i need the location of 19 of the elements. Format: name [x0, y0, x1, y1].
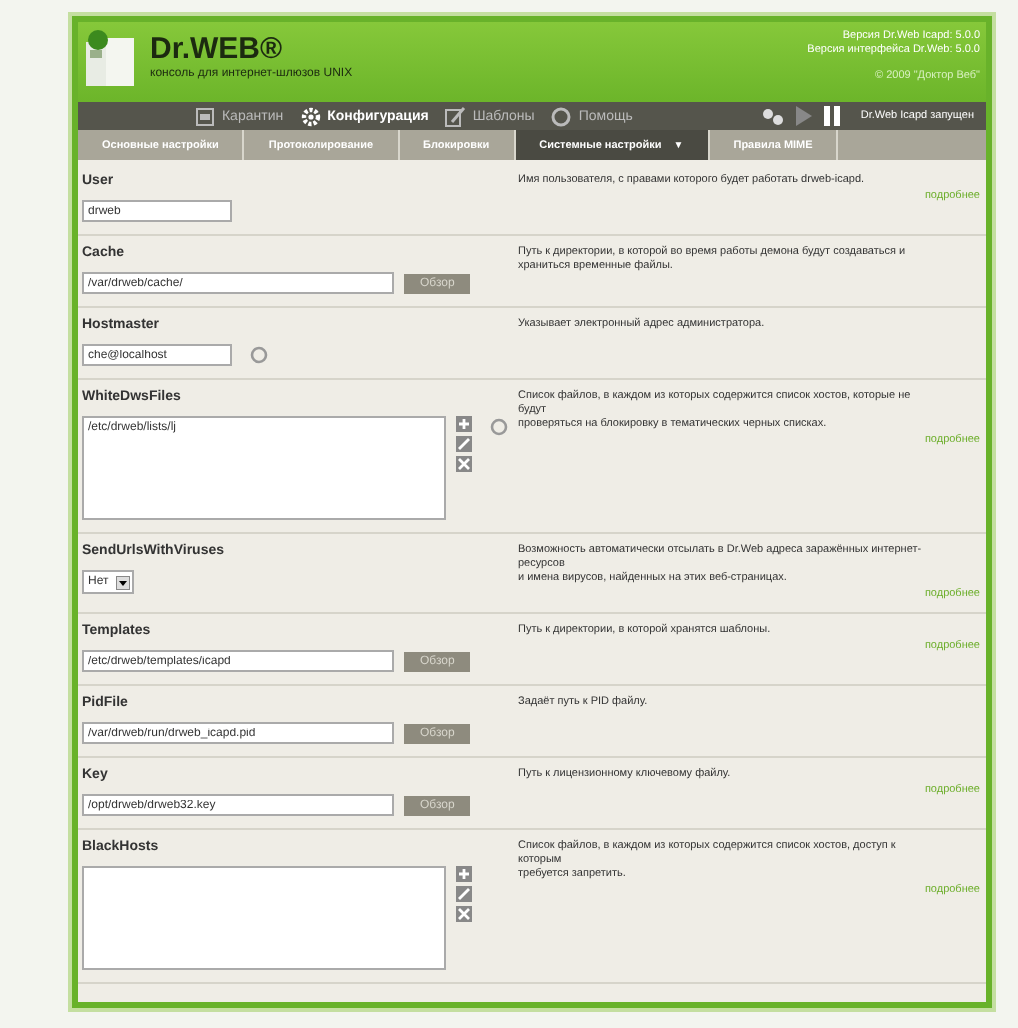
add-icon[interactable]	[456, 866, 472, 882]
add-icon[interactable]	[456, 416, 472, 432]
pencil-icon	[444, 105, 467, 127]
pause-icon[interactable]	[824, 106, 841, 126]
delete-icon[interactable]	[456, 906, 472, 922]
edit-icon[interactable]	[456, 436, 472, 452]
box-icon	[193, 105, 216, 127]
gear-icon	[299, 105, 322, 127]
edit-icon[interactable]	[456, 886, 472, 902]
play-icon[interactable]	[796, 106, 813, 126]
gears-icon[interactable]	[760, 106, 785, 126]
list-box[interactable]	[82, 866, 446, 970]
refresh-icon[interactable]	[490, 418, 508, 436]
dropdown-arrow-icon	[116, 575, 131, 589]
help-icon	[550, 105, 573, 127]
logo-icon	[82, 30, 138, 90]
logo-text: Dr.WEB®	[150, 34, 285, 66]
delete-icon[interactable]	[456, 456, 472, 472]
refresh-icon[interactable]	[250, 346, 268, 364]
